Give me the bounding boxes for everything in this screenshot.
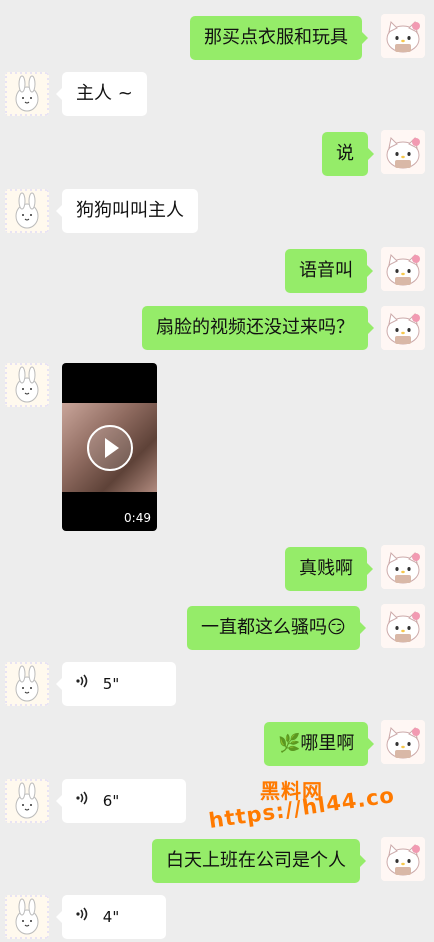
hello-kitty-avatar-icon [381,130,425,174]
play-icon[interactable] [87,425,133,471]
hello-kitty-avatar-icon [381,837,425,881]
avatar-hello-kitty[interactable] [381,14,425,58]
avatar-hello-kitty[interactable] [381,604,425,648]
avatar-bunny[interactable] [5,662,49,706]
message-bubble[interactable]: 那买点衣服和玩具 [190,16,368,60]
hello-kitty-avatar-icon [381,306,425,350]
message-bubble[interactable]: 主人 ~ [56,72,147,116]
voice-duration: 6" [102,792,120,810]
bunny-avatar-icon [5,779,49,823]
avatar-hello-kitty[interactable] [381,720,425,764]
voice-wave-icon [76,907,93,926]
voice-message[interactable]: 4" [56,895,166,939]
voice-duration: 5" [102,675,120,693]
voice-duration: 4" [102,908,120,926]
voice-message[interactable]: 6" [56,779,186,823]
hello-kitty-avatar-icon [381,545,425,589]
bunny-avatar-icon [5,662,49,706]
message-bubble[interactable]: 语音叫 [285,249,373,293]
message-bubble[interactable]: 🌿哪里啊 [264,722,375,766]
avatar-bunny[interactable] [5,72,49,116]
avatar-hello-kitty[interactable] [381,247,425,291]
avatar-bunny[interactable] [5,363,49,407]
video-message[interactable]: 0:49 [62,363,157,531]
voice-wave-icon [76,674,93,693]
message-bubble[interactable]: 狗狗叫叫主人 [56,189,198,233]
avatar-hello-kitty[interactable] [381,130,425,174]
message-bubble[interactable]: 扇脸的视频还没过来吗？ [142,306,374,350]
avatar-hello-kitty[interactable] [381,306,425,350]
voice-message[interactable]: 5" [56,662,176,706]
hello-kitty-avatar-icon [381,14,425,58]
message-bubble[interactable]: 白天上班在公司是个人 [152,839,366,883]
message-bubble[interactable]: 说 [322,132,374,176]
avatar-hello-kitty[interactable] [381,837,425,881]
avatar-bunny[interactable] [5,779,49,823]
avatar-bunny[interactable] [5,895,49,939]
bunny-avatar-icon [5,363,49,407]
hello-kitty-avatar-icon [381,720,425,764]
video-duration: 0:49 [124,511,151,525]
avatar-bunny[interactable] [5,189,49,233]
hello-kitty-avatar-icon [381,247,425,291]
bunny-avatar-icon [5,895,49,939]
voice-wave-icon [76,791,93,810]
message-bubble[interactable]: 一直都这么骚吗😏 [187,606,366,650]
avatar-hello-kitty[interactable] [381,545,425,589]
hello-kitty-avatar-icon [381,604,425,648]
bunny-avatar-icon [5,189,49,233]
message-bubble[interactable]: 真贱啊 [285,547,373,591]
bunny-avatar-icon [5,72,49,116]
